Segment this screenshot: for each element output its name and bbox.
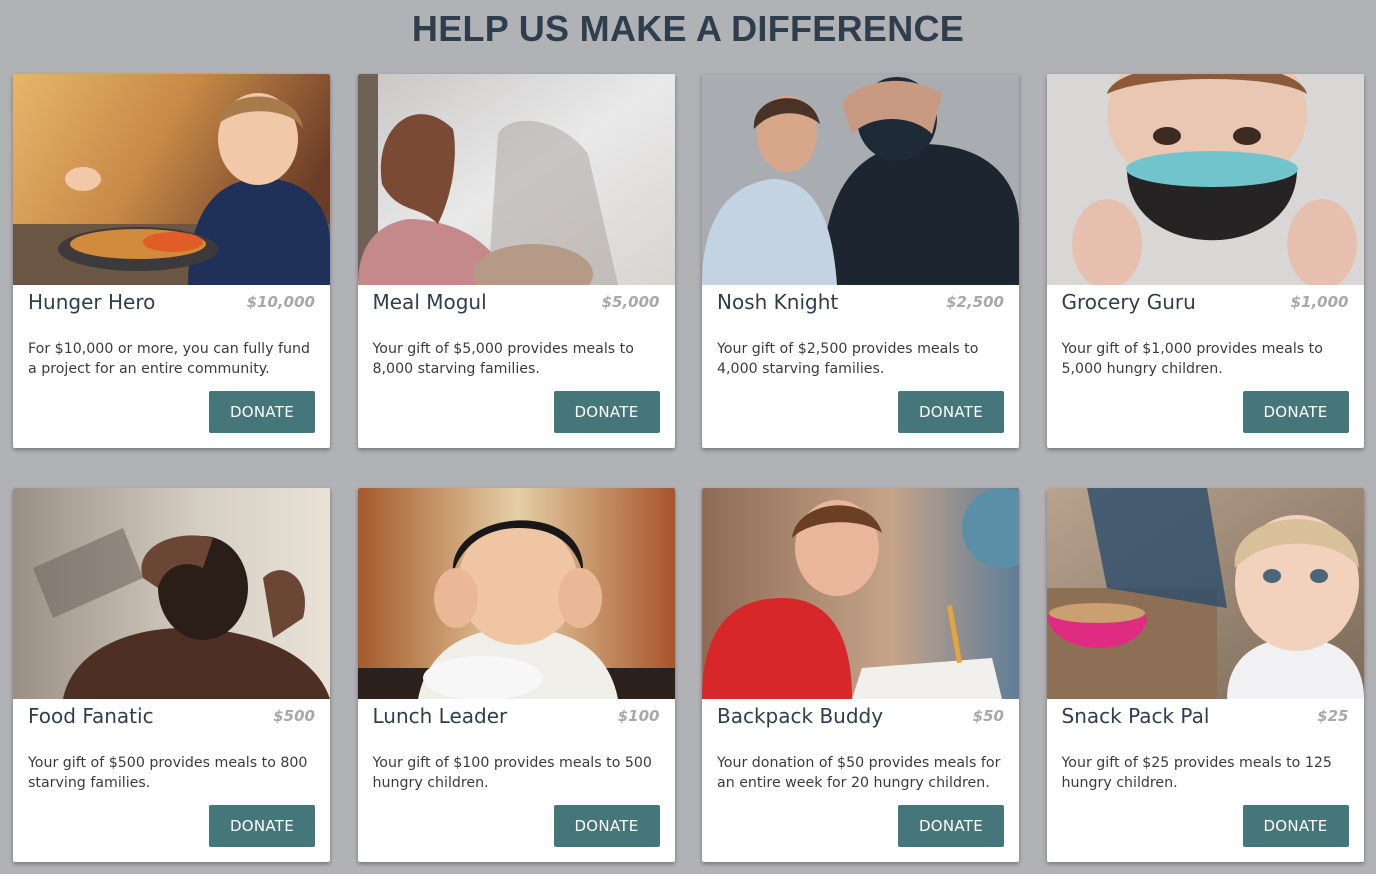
page-title: HELP US MAKE A DIFFERENCE — [411, 8, 965, 49]
boy-hands-on-head-photo — [13, 488, 330, 699]
donation-card-nosh-knight: Nosh Knight $2,500 Your gift of $2,500 p… — [702, 74, 1019, 448]
tier-amount: $10,000 — [246, 293, 315, 311]
donate-button[interactable]: DONATE — [209, 805, 315, 847]
donate-button[interactable]: DONATE — [553, 805, 660, 847]
tier-description: Your donation of $50 provides meals for … — [717, 755, 1001, 791]
donation-card-lunch-leader: Lunch Leader $100 Your gift of $100 prov… — [357, 488, 675, 862]
donation-card-food-fanatic: Food Fanatic $500 Your gift of $500 prov… — [13, 488, 330, 862]
donate-button[interactable]: DONATE — [898, 805, 1004, 847]
tier-description: Your gift of $2,500 provides meals to 4,… — [717, 341, 979, 377]
tier-name: Hunger Hero — [28, 290, 156, 314]
child-holding-empty-bowl-photo — [1046, 74, 1364, 285]
boy-eating-plate-photo — [13, 74, 330, 285]
donation-card-hunger-hero: Hunger Hero $10,000 For $10,000 or more,… — [13, 74, 330, 448]
donate-button[interactable]: DONATE — [209, 391, 315, 433]
donation-card-snack-pack-pal: Snack Pack Pal $25 Your gift of $25 prov… — [1046, 488, 1364, 862]
tier-amount: $2,500 — [946, 293, 1004, 311]
tier-name: Lunch Leader — [372, 704, 508, 728]
donation-card-meal-mogul: Meal Mogul $5,000 Your gift of $5,000 pr… — [357, 74, 675, 448]
donate-button[interactable]: DONATE — [1242, 391, 1349, 433]
tier-description: Your gift of $100 provides meals to 500 … — [372, 755, 652, 791]
tier-amount: $100 — [617, 707, 660, 725]
donate-button[interactable]: DONATE — [1242, 805, 1349, 847]
tier-amount: $1,000 — [1290, 293, 1349, 311]
tier-amount: $500 — [273, 707, 315, 725]
tier-name: Grocery Guru — [1061, 290, 1196, 314]
tier-name: Snack Pack Pal — [1061, 704, 1210, 728]
sad-child-with-bowl-photo — [357, 488, 675, 699]
tier-description: Your gift of $5,000 provides meals to 8,… — [372, 341, 634, 377]
donation-card-grocery-guru: Grocery Guru $1,000 Your gift of $1,000 … — [1046, 74, 1364, 448]
donate-button[interactable]: DONATE — [553, 391, 660, 433]
donate-button[interactable]: DONATE — [898, 391, 1004, 433]
tier-amount: $50 — [972, 707, 1004, 725]
donation-tier-grid: Hunger Hero $10,000 For $10,000 or more,… — [13, 74, 1364, 862]
donation-card-backpack-buddy: Backpack Buddy $50 Your donation of $50 … — [702, 488, 1019, 862]
toddler-with-snack-bowl-photo — [1046, 488, 1364, 699]
tier-description: Your gift of $1,000 provides meals to 5,… — [1061, 341, 1323, 377]
boy-writing-at-desk-photo — [702, 488, 1019, 699]
girl-at-rainy-window-photo — [357, 74, 675, 285]
tier-description: Your gift of $500 provides meals to 800 … — [28, 755, 308, 791]
tier-name: Nosh Knight — [717, 290, 839, 314]
tier-amount: $25 — [1317, 707, 1349, 725]
tier-description: Your gift of $25 provides meals to 125 h… — [1061, 755, 1332, 791]
tier-name: Food Fanatic — [28, 704, 154, 728]
tier-amount: $5,000 — [601, 293, 660, 311]
boy-with-distressed-father-photo — [702, 74, 1019, 285]
tier-name: Meal Mogul — [372, 290, 487, 314]
tier-name: Backpack Buddy — [717, 704, 884, 728]
tier-description: For $10,000 or more, you can fully fund … — [28, 341, 310, 377]
